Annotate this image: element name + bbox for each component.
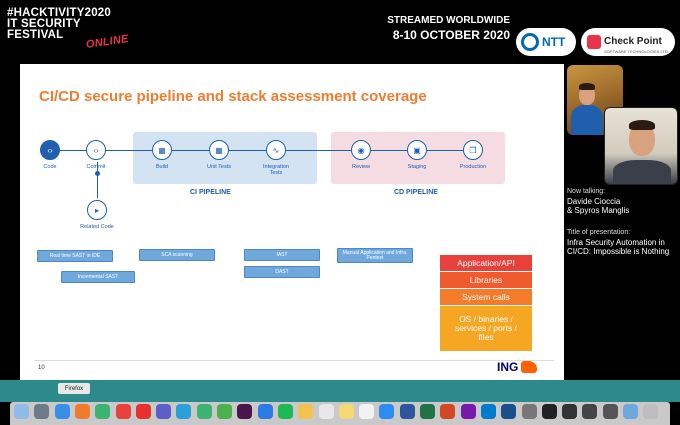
ci-pipeline-label: CI PIPELINE (190, 189, 231, 196)
eye-icon: ◉ (351, 140, 371, 160)
activity-icon[interactable] (562, 404, 578, 419)
event-dates: 8-10 OCTOBER 2020 (392, 28, 510, 42)
slack-icon[interactable] (237, 404, 253, 419)
node-label-integration-tests: Integration Tests (263, 164, 289, 176)
slide-footer-line (34, 360, 554, 361)
speaker-video-2 (604, 107, 678, 185)
tool-realtime-sast: Real time SAST in IDE (37, 250, 113, 262)
sponsor-ntt: NTT (516, 28, 576, 56)
checkpoint-sublabel: SOFTWARE TECHNOLOGIES LTD (604, 48, 668, 54)
chrome-icon[interactable] (95, 404, 111, 419)
sponsor-checkpoint: Check Point SOFTWARE TECHNOLOGIES LTD (581, 28, 675, 56)
node-label-review: Review (351, 164, 371, 170)
dock-tooltip: Firefox (58, 383, 90, 394)
trash-icon[interactable] (643, 404, 659, 419)
commit-icon: ‹› (86, 140, 106, 160)
skype-icon[interactable] (176, 404, 192, 419)
vscode-icon[interactable] (480, 404, 496, 419)
now-talking-label: Now talking: (567, 188, 606, 195)
unit-tests-icon: ▦ (209, 140, 229, 160)
related-connector-dot (95, 171, 100, 176)
tool-iast: IAST (244, 249, 320, 261)
presentation-title: Infra Security Automation in CI/CD: Impo… (567, 237, 670, 257)
finder-icon[interactable] (14, 404, 29, 419)
slide-page-number: 10 (38, 365, 45, 371)
slide-title: CI/CD secure pipeline and stack assessme… (39, 88, 427, 105)
event-logo: #HACKTIVITY2020 IT SECURITY FESTIVAL ONL… (7, 7, 129, 51)
node-label-build: Build (155, 164, 169, 170)
onenote-icon[interactable] (460, 404, 476, 419)
messages-icon[interactable] (217, 404, 232, 419)
stack-layers: Application/API Libraries System calls O… (440, 255, 532, 352)
code-icon: ‹› (40, 140, 60, 160)
speaker-1-shirt (571, 105, 603, 135)
stack-layer-os: OS / binaries / services / ports / files (440, 306, 532, 351)
node-label-commit: Commit (86, 164, 106, 170)
opera-icon[interactable] (115, 404, 131, 419)
speaker-1-name: Davide Cioccia (567, 196, 621, 206)
node-label-staging: Staging (407, 164, 427, 170)
presentation-title-label: Title of presentation: (567, 229, 631, 236)
speaker-1-hair (579, 83, 595, 90)
tool-incremental-sast: Incremental SAST (61, 271, 135, 283)
teams-icon[interactable] (156, 404, 172, 419)
calendar-icon[interactable] (318, 404, 334, 419)
production-icon: ❐ (463, 140, 483, 160)
tool-dast: DAST (244, 266, 320, 278)
desktop-background (0, 380, 680, 402)
checkpoint-label: Check Point (604, 35, 662, 47)
folder-icon[interactable] (623, 404, 638, 419)
notes-icon[interactable] (338, 404, 354, 419)
speaker-2-shirt (613, 160, 671, 184)
event-banner: #HACKTIVITY2020 IT SECURITY FESTIVAL ONL… (0, 0, 680, 62)
scripts-icon[interactable] (602, 404, 618, 419)
checkpoint-logo-icon (587, 35, 601, 49)
related-code-icon: ▸ (87, 200, 107, 220)
streamed-text: STREAMED WORLDWIDE (387, 15, 510, 26)
presentation-title-block: Title of presentation: Infra Security Au… (567, 228, 679, 257)
utility-icon[interactable] (521, 404, 537, 419)
integration-tests-icon: ∿ (266, 140, 286, 160)
facetime-icon[interactable] (196, 404, 212, 419)
screen: #HACKTIVITY2020 IT SECURITY FESTIVAL ONL… (0, 0, 680, 425)
node-label-unit-tests: Unit Tests (206, 164, 232, 170)
speaker-2-name: & Spyros Manglis (567, 206, 630, 215)
youtube-icon[interactable] (135, 404, 151, 419)
speaker-2-hair (629, 120, 655, 130)
build-icon: ▦ (152, 140, 172, 160)
rocket-icon[interactable] (34, 404, 50, 419)
safari-icon[interactable] (54, 404, 70, 419)
ntt-label: NTT (542, 35, 566, 49)
firefox-icon[interactable] (74, 404, 90, 419)
reminders-icon[interactable] (359, 404, 375, 419)
stack-layer-system-calls: System calls (440, 289, 532, 305)
ing-logo: ING (497, 360, 538, 374)
stream-info: STREAMED WORLDWIDE 8-10 OCTOBER 2020 (380, 14, 510, 42)
lion-icon (521, 361, 538, 373)
staging-icon: ▣ (407, 140, 427, 160)
presentation-slide: CI/CD secure pipeline and stack assessme… (20, 64, 564, 380)
app-store-icon[interactable] (379, 404, 395, 419)
stack-layer-libraries: Libraries (440, 272, 532, 288)
ing-logo-text: ING (497, 360, 519, 374)
related-code-label: Related Code (80, 224, 114, 230)
now-talking-block: Now talking: Davide Cioccia & Spyros Man… (567, 187, 679, 216)
terminal-icon[interactable] (541, 404, 557, 419)
speaker-panel: Now talking: Davide Cioccia & Spyros Man… (564, 64, 680, 380)
powerpoint-icon[interactable] (440, 404, 456, 419)
word-icon[interactable] (399, 404, 415, 419)
console-icon[interactable] (582, 404, 598, 419)
stack-layer-application: Application/API (440, 255, 532, 271)
spotify-icon[interactable] (277, 404, 293, 419)
ntt-logo-icon (521, 33, 539, 51)
virtualbox-icon[interactable] (501, 404, 517, 419)
node-label-production: Production (459, 164, 487, 170)
cd-pipeline-label: CD PIPELINE (394, 189, 438, 196)
excel-icon[interactable] (420, 404, 435, 419)
tool-sca-scanning: SCA scanning (139, 249, 215, 261)
vpn-icon[interactable] (257, 404, 273, 419)
photos-icon[interactable] (298, 404, 314, 419)
tool-manual-pentest: Manual Application and Infra. Pentest (337, 248, 413, 263)
